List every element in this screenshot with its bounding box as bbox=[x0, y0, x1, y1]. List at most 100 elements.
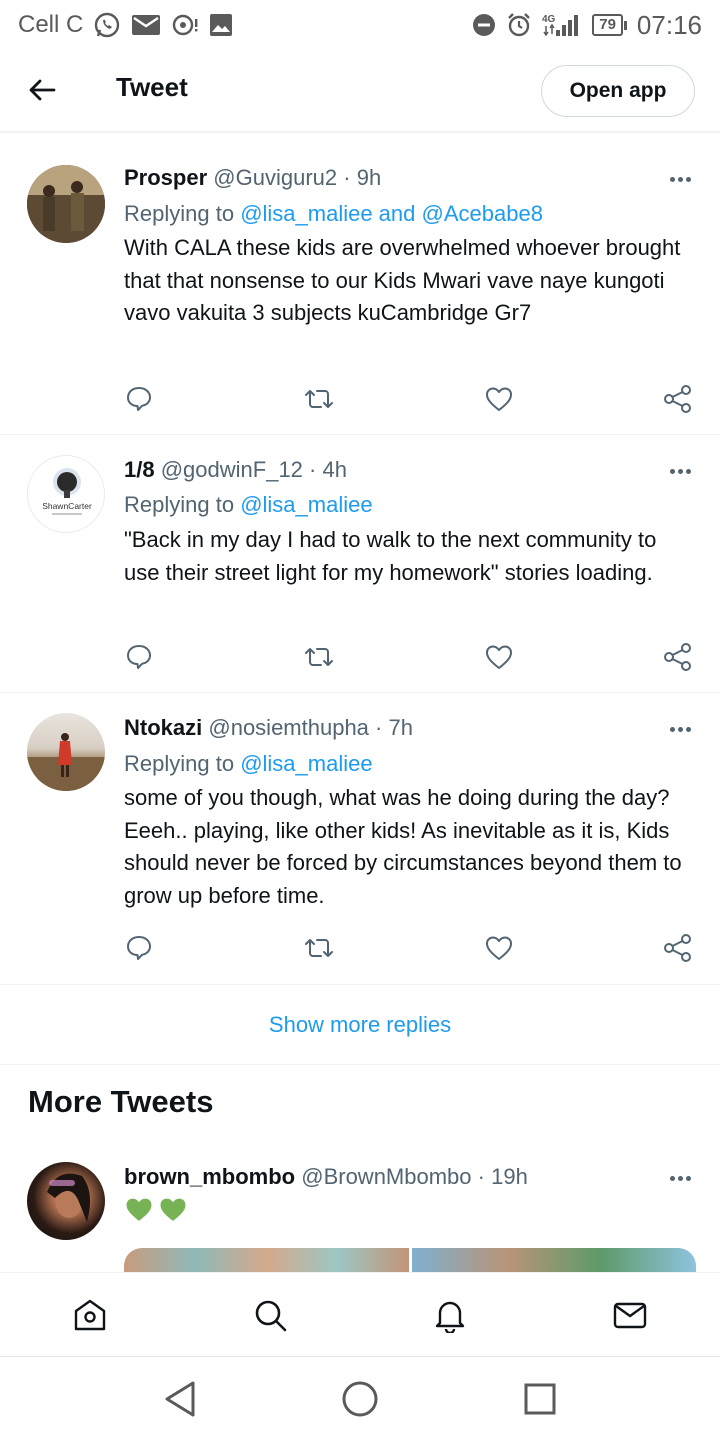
share-button[interactable] bbox=[658, 928, 698, 968]
replying-to: Replying to @lisa_maliee bbox=[124, 751, 373, 777]
system-navigation-bar bbox=[0, 1356, 720, 1440]
tweet-actions bbox=[0, 637, 720, 677]
author-handle[interactable]: @nosiemthupha bbox=[208, 715, 369, 740]
tweet-actions bbox=[0, 379, 720, 419]
retweet-icon bbox=[305, 939, 333, 957]
more-options-button[interactable] bbox=[664, 169, 696, 189]
reply-tweet[interactable]: Prosper @Guviguru2 · 9h Replying to @lis… bbox=[0, 143, 720, 435]
status-time: 07:16 bbox=[636, 9, 702, 40]
home-icon bbox=[74, 1299, 106, 1331]
mail-notification-icon bbox=[131, 13, 161, 37]
page-title: Tweet bbox=[116, 72, 188, 102]
tweet-header: 1/8 @godwinF_12 · 4h bbox=[124, 457, 347, 483]
author-handle[interactable]: @Guviguru2 bbox=[213, 165, 337, 190]
bottom-navigation bbox=[0, 1272, 720, 1356]
dot-separator: · bbox=[309, 457, 323, 482]
back-button[interactable] bbox=[24, 72, 60, 108]
like-button[interactable] bbox=[479, 637, 519, 677]
avatar[interactable] bbox=[27, 165, 105, 243]
reply-button[interactable] bbox=[119, 928, 159, 968]
replying-prefix: Replying to bbox=[124, 751, 241, 776]
search-tab[interactable] bbox=[250, 1295, 290, 1335]
whatsapp-icon bbox=[93, 11, 121, 39]
author-name[interactable]: 1/8 bbox=[124, 457, 155, 482]
triangle-back-icon bbox=[165, 1381, 195, 1417]
retweet-button[interactable] bbox=[299, 637, 339, 677]
search-icon bbox=[255, 1300, 287, 1332]
network-type-label: 4G bbox=[542, 14, 556, 25]
share-icon bbox=[664, 385, 691, 413]
system-home-button[interactable] bbox=[340, 1379, 380, 1419]
reply-tweet[interactable]: ShawnCarter 1/8 @godwinF_12 · 4h Replyin… bbox=[0, 435, 720, 693]
tweet-time: 4h bbox=[322, 457, 347, 482]
arrow-left-icon bbox=[29, 79, 56, 101]
open-app-button[interactable]: Open app bbox=[541, 65, 695, 117]
share-button[interactable] bbox=[658, 637, 698, 677]
tweet-text: some of you though, what was he doing du… bbox=[124, 785, 682, 908]
tweet-header: Prosper @Guviguru2 · 9h bbox=[124, 165, 381, 191]
replying-handles[interactable]: @lisa_maliee bbox=[240, 751, 372, 776]
status-bar: Cell C 4G 79 07:16 bbox=[0, 0, 720, 50]
author-handle[interactable]: @BrownMbombo bbox=[301, 1164, 471, 1189]
author-name[interactable]: brown_mbombo bbox=[124, 1164, 295, 1189]
avatar[interactable] bbox=[27, 713, 105, 791]
like-button[interactable] bbox=[479, 379, 519, 419]
author-name[interactable]: Prosper bbox=[124, 165, 207, 190]
notifications-tab[interactable] bbox=[430, 1295, 470, 1335]
retweet-button[interactable] bbox=[299, 379, 339, 419]
avatar[interactable] bbox=[27, 1162, 105, 1240]
author-name[interactable]: Ntokazi bbox=[124, 715, 202, 740]
system-recents-button[interactable] bbox=[520, 1379, 560, 1419]
replying-to: Replying to @lisa_maliee bbox=[124, 492, 373, 518]
tweet-header: Ntokazi @nosiemthupha · 7h bbox=[124, 715, 413, 741]
battery-indicator: 79 bbox=[592, 14, 627, 36]
heart-icon bbox=[486, 936, 512, 960]
reply-tweet[interactable]: Ntokazi @nosiemthupha · 7h Replying to @… bbox=[0, 693, 720, 985]
replying-handles[interactable]: @lisa_maliee bbox=[240, 492, 372, 517]
signal-icon: 4G bbox=[542, 12, 582, 38]
comment-icon bbox=[127, 645, 151, 669]
share-icon bbox=[664, 934, 691, 962]
reply-button[interactable] bbox=[119, 379, 159, 419]
more-options-button[interactable] bbox=[664, 719, 696, 739]
comment-icon bbox=[127, 387, 151, 411]
avatar[interactable]: ShawnCarter bbox=[27, 455, 105, 533]
tweet-text: With CALA these kids are overwhelmed who… bbox=[124, 235, 681, 325]
status-bar-right: 4G 79 07:16 bbox=[472, 10, 702, 41]
share-button[interactable] bbox=[658, 379, 698, 419]
tweet-text: 💚💚 bbox=[124, 1196, 188, 1223]
home-tab[interactable] bbox=[70, 1295, 110, 1335]
battery-level: 79 bbox=[592, 14, 623, 36]
retweet-icon bbox=[305, 390, 333, 408]
dot-separator: · bbox=[477, 1164, 492, 1189]
heart-icon bbox=[486, 387, 512, 411]
more-options-button[interactable] bbox=[664, 461, 696, 481]
dot-separator: · bbox=[375, 715, 389, 740]
retweet-button[interactable] bbox=[299, 928, 339, 968]
like-button[interactable] bbox=[479, 928, 519, 968]
author-handle[interactable]: @godwinF_12 bbox=[161, 457, 303, 482]
green-heart-icon bbox=[160, 1198, 186, 1221]
status-bar-left: Cell C bbox=[18, 11, 233, 39]
tweet-actions bbox=[0, 928, 720, 968]
do-not-disturb-icon bbox=[472, 13, 496, 37]
avatar-label: ShawnCarter bbox=[42, 501, 92, 511]
green-heart-icon bbox=[126, 1198, 152, 1221]
replying-to: Replying to @lisa_maliee and @Acebabe8 bbox=[124, 201, 543, 227]
gallery-icon bbox=[209, 13, 233, 37]
tweet-text: "Back in my day I had to walk to the nex… bbox=[124, 527, 657, 585]
messages-tab[interactable] bbox=[610, 1295, 650, 1335]
tweet-time: 19h bbox=[491, 1164, 528, 1189]
show-more-replies-link[interactable]: Show more replies bbox=[0, 985, 720, 1065]
reply-button[interactable] bbox=[119, 637, 159, 677]
tweet-time: 9h bbox=[356, 165, 382, 190]
more-options-button[interactable] bbox=[664, 1168, 696, 1188]
retweet-icon bbox=[305, 648, 333, 666]
comment-icon bbox=[127, 936, 151, 960]
circle-home-icon bbox=[342, 1381, 378, 1417]
replying-handles[interactable]: @lisa_maliee and @Acebabe8 bbox=[240, 201, 543, 226]
square-recents-icon bbox=[524, 1383, 556, 1415]
dot-separator: · bbox=[343, 165, 357, 190]
bell-icon bbox=[435, 1301, 465, 1333]
system-back-button[interactable] bbox=[160, 1379, 200, 1419]
